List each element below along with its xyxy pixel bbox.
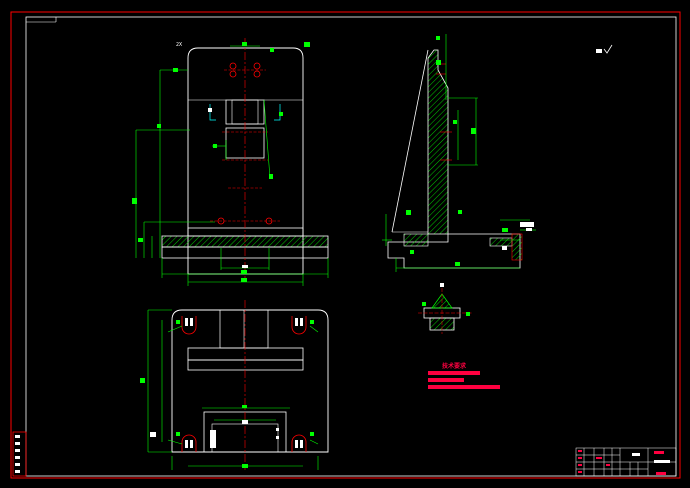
cad-drawing: 2X 技术要求 [10,11,681,479]
plan-view [140,300,329,470]
svg-text:2X: 2X [176,42,182,48]
surface-finish-symbol [596,44,613,54]
binding-strip [12,431,27,477]
detail-view [418,283,472,334]
front-view: 2X [132,38,329,286]
side-view [382,34,536,272]
technical-notes: 技术要求 [428,362,500,389]
sheet-border [10,11,681,479]
title-block [575,447,677,477]
notes-heading: 技术要求 [442,362,467,370]
